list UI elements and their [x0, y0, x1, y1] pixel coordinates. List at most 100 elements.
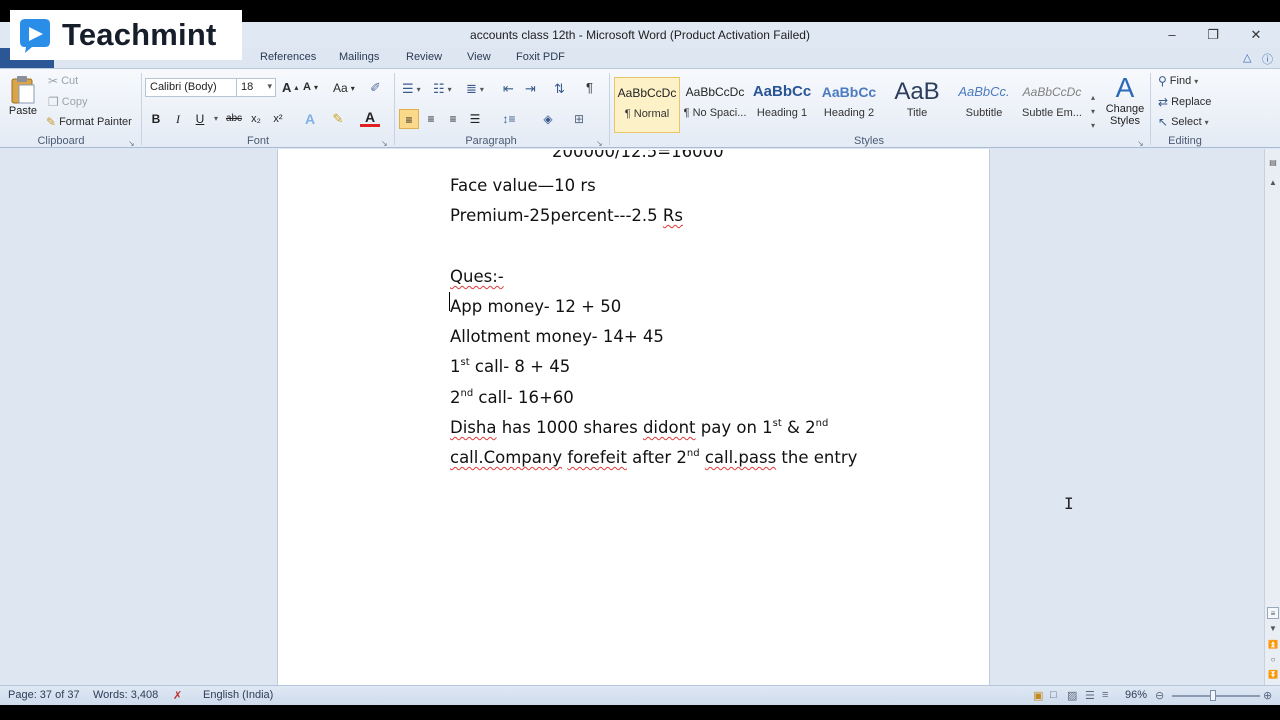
ruler-toggle-icon[interactable]: ▤ [1267, 157, 1279, 169]
styles-launcher-icon[interactable]: ↘ [1137, 139, 1144, 148]
restore-icon[interactable]: ❐ [1203, 26, 1223, 44]
doc-line-face-value: Face value—10 rs [450, 176, 596, 195]
style-heading-2[interactable]: AaBbCc Heading 2 [816, 77, 882, 133]
copy-button[interactable]: ❐ Copy [48, 95, 87, 109]
teachmint-watermark: Teachmint [10, 10, 242, 60]
doc-line-allotment-money: Allotment money- 14+ 45 [450, 327, 664, 346]
bold-button[interactable]: B [146, 109, 166, 129]
vertical-scrollbar[interactable]: ▤ ▲ ≡ ▼ ⏫ ○ ⏬ [1264, 149, 1280, 685]
web-layout-icon[interactable]: ▨ [1067, 689, 1077, 702]
italic-button[interactable]: I [168, 109, 188, 129]
align-left-button[interactable]: ≡ [399, 109, 419, 129]
face-value-text: Face value—10 rs [450, 176, 596, 195]
strikethrough-button[interactable]: abc [224, 109, 244, 129]
bullets-button[interactable]: ☰ ▾ [402, 81, 421, 97]
multilevel-list-button[interactable]: ≣ ▾ [466, 81, 484, 97]
second-call-ordinal: nd [460, 388, 474, 399]
next-page-icon[interactable]: ⏬ [1267, 669, 1279, 681]
word-count[interactable]: Words: 3,408 [93, 689, 158, 701]
grow-font-icon: A [282, 80, 292, 95]
change-case-button[interactable]: Aa ▾ [333, 81, 355, 95]
line-spacing-button[interactable]: ↕≡ [496, 109, 522, 129]
document-area[interactable]: 200000/12.5=16000 Face value—10 rs Premi… [0, 149, 1264, 685]
print-layout-icon[interactable]: ▣ [1033, 689, 1043, 702]
clear-formatting-button[interactable]: ✐ [370, 80, 381, 96]
underline-dropdown-icon[interactable]: ▾ [210, 109, 222, 129]
replace-label: Replace [1171, 96, 1212, 108]
style-title[interactable]: AaB Title [884, 77, 950, 133]
font-launcher-icon[interactable]: ↘ [381, 139, 388, 148]
show-formatting-button[interactable]: ¶ [586, 80, 593, 95]
align-right-button[interactable]: ≡ [443, 109, 463, 129]
paint-bucket-icon: ◈ [543, 112, 553, 126]
text-effects-icon[interactable]: A [300, 109, 320, 129]
style-no-spacing[interactable]: AaBbCcDc ¶ No Spaci... [682, 77, 748, 133]
tab-foxit-pdf[interactable]: Foxit PDF [516, 51, 565, 63]
teachmint-logo-icon [20, 19, 50, 53]
style-subtle-emphasis[interactable]: AaBbCcDc Subtle Em... [1019, 77, 1085, 133]
minimize-icon[interactable]: – [1162, 26, 1182, 44]
zoom-level[interactable]: 96% [1125, 689, 1147, 701]
zoom-slider-track[interactable] [1172, 695, 1260, 697]
style-name: Subtitle [965, 107, 1003, 119]
underline-button[interactable]: U [190, 109, 210, 129]
highlight-icon[interactable]: ✎ [328, 109, 348, 129]
subscript-button[interactable]: x₂ [246, 109, 266, 129]
numbering-button[interactable]: ☷ ▾ [433, 81, 452, 97]
scroll-up-icon[interactable]: ▲ [1267, 177, 1279, 189]
format-painter-button[interactable]: ✎ Format Painter [46, 115, 132, 129]
align-center-button[interactable]: ≡ [421, 109, 441, 129]
style-normal[interactable]: AaBbCcDc ¶ Normal [614, 77, 680, 133]
grow-font-button[interactable]: A ▴ [282, 80, 298, 95]
document-page[interactable]: 200000/12.5=16000 Face value—10 rs Premi… [277, 149, 1074, 685]
previous-page-icon[interactable]: ⏫ [1267, 639, 1279, 651]
cut-button[interactable]: ✂ Cut [48, 74, 78, 88]
copy-label: Copy [61, 96, 88, 108]
disha-text-c: & 2 [781, 418, 816, 437]
full-screen-reading-icon[interactable]: □ [1050, 689, 1057, 701]
font-color-button[interactable]: A [360, 109, 380, 127]
sort-button[interactable]: ⇅ [554, 81, 565, 97]
first-call-text: call- 8 + 45 [469, 357, 571, 376]
outline-icon[interactable]: ☰ [1085, 689, 1095, 702]
style-subtitle[interactable]: AaBbCc. Subtitle [951, 77, 1017, 133]
tab-review[interactable]: Review [406, 51, 442, 63]
font-size-select[interactable]: 18 ▾ [236, 78, 276, 97]
scroll-down-icon[interactable]: ▼ [1267, 623, 1279, 635]
clipboard-launcher-icon[interactable]: ↘ [128, 139, 135, 148]
style-heading-1[interactable]: AaBbCc Heading 1 [749, 77, 815, 133]
zoom-slider-thumb[interactable] [1210, 690, 1216, 701]
help-icon[interactable]: ⓘ [1262, 51, 1273, 67]
minimize-ribbon-icon[interactable]: △ [1243, 51, 1251, 64]
increase-indent-button[interactable]: ⇥ [525, 81, 536, 97]
justify-button[interactable]: ☰ [465, 109, 485, 129]
language-indicator[interactable]: English (India) [203, 689, 273, 701]
decrease-indent-button[interactable]: ⇤ [503, 81, 514, 97]
browse-object-icon[interactable]: ○ [1267, 654, 1279, 666]
align-right-icon: ≡ [449, 112, 457, 126]
styles-scroll-controls[interactable]: ▴ ▾ ▾ [1087, 91, 1099, 133]
proofing-error-icon[interactable]: ✗ [173, 689, 182, 702]
zoom-out-icon[interactable]: ⊖ [1155, 689, 1164, 702]
borders-button[interactable]: ⊞ [566, 109, 592, 129]
tab-view[interactable]: View [467, 51, 491, 63]
paragraph-launcher-icon[interactable]: ↘ [596, 139, 603, 148]
shrink-font-button[interactable]: A ▾ [303, 81, 318, 93]
forfeit-text-c: after 2 [626, 448, 687, 467]
change-styles-button[interactable]: A Change Styles [1104, 73, 1146, 133]
word-window: accounts class 12th - Microsoft Word (Pr… [0, 0, 1280, 720]
zoom-in-icon[interactable]: ⊕ [1263, 689, 1272, 702]
superscript-button[interactable]: x² [268, 109, 288, 129]
scroll-thumb[interactable]: ≡ [1267, 607, 1279, 619]
replace-button[interactable]: ⇄ Replace [1158, 95, 1211, 109]
doc-line-calculation: 200000/12.5=16000 [552, 149, 724, 161]
page-count[interactable]: Page: 37 of 37 [8, 689, 80, 701]
shading-button[interactable]: ◈ [535, 109, 561, 129]
find-button[interactable]: ⚲ Find ▾ [1158, 74, 1198, 88]
paste-button[interactable]: Paste [6, 73, 40, 123]
close-icon[interactable]: ✕ [1246, 26, 1266, 44]
tab-references[interactable]: References [260, 51, 316, 63]
draft-icon[interactable]: ≡ [1102, 689, 1108, 701]
select-button[interactable]: ↖ Select ▾ [1158, 115, 1209, 129]
tab-mailings[interactable]: Mailings [339, 51, 379, 63]
